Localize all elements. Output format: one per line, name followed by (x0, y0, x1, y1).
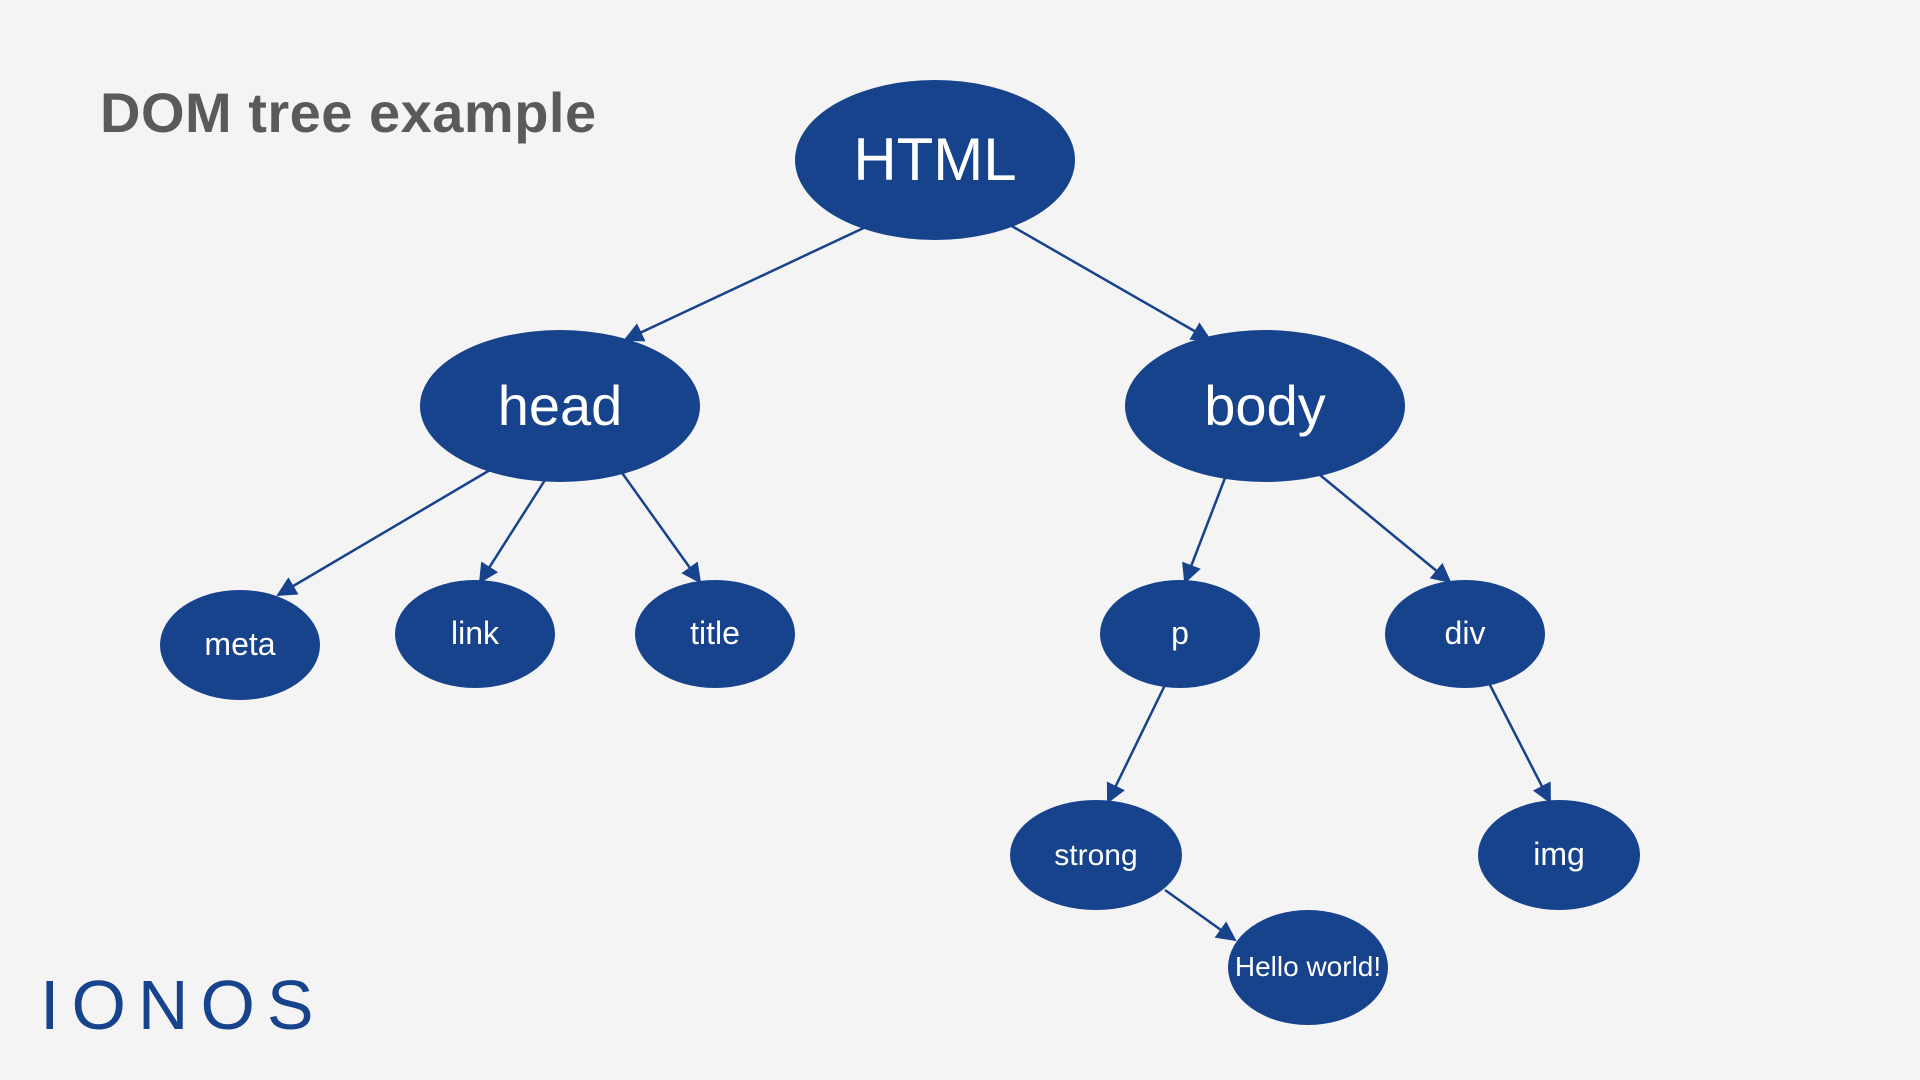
edge-head-title (620, 470, 700, 582)
node-title: title (635, 580, 795, 688)
edge-body-p (1185, 478, 1225, 582)
edge-body-div (1320, 475, 1450, 582)
edge-html-head (625, 225, 870, 340)
edge-p-strong (1108, 685, 1165, 802)
node-img: img (1478, 800, 1640, 910)
edge-strong-hello (1165, 890, 1235, 940)
diagram-title: DOM tree example (100, 80, 597, 145)
diagram-canvas: DOM tree example HTML head body meta lin… (0, 0, 1920, 1080)
node-html: HTML (795, 80, 1075, 240)
edge-div-img (1490, 685, 1550, 802)
node-hello: Hello world! (1228, 910, 1388, 1025)
brand-logo: IONOS (40, 965, 326, 1045)
node-strong: strong (1010, 800, 1182, 910)
edge-head-meta (278, 470, 490, 595)
node-head: head (420, 330, 700, 482)
node-div: div (1385, 580, 1545, 688)
node-meta: meta (160, 590, 320, 700)
node-p: p (1100, 580, 1260, 688)
edge-head-link (480, 480, 545, 582)
node-body: body (1125, 330, 1405, 482)
node-link: link (395, 580, 555, 688)
edge-html-body (1010, 225, 1210, 340)
